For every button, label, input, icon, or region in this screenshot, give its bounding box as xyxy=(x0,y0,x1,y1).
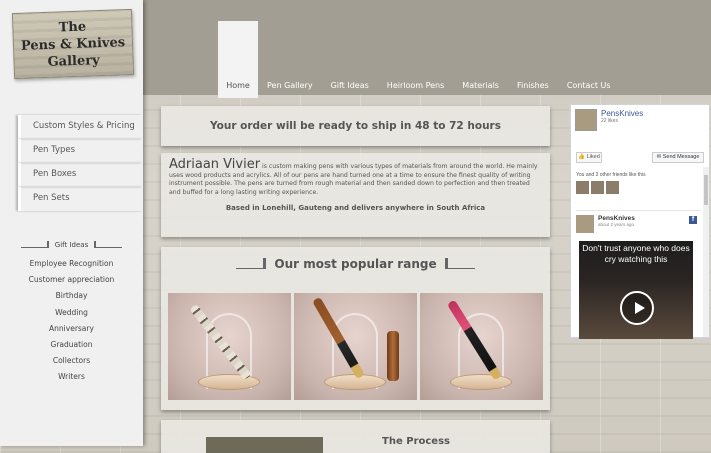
nav-finishes[interactable]: Finishes xyxy=(508,78,558,98)
fb-post-author[interactable]: PensKnives xyxy=(598,215,635,222)
pen-photo-1[interactable] xyxy=(168,293,291,400)
main-nav: Home Pen Gallery Gift Ideas Heirloom Pen… xyxy=(218,21,620,98)
popular-range-title: Our most popular range xyxy=(274,257,437,271)
play-icon[interactable] xyxy=(620,291,654,325)
heading-rule-right xyxy=(444,258,475,269)
gift-item-employee-recognition[interactable]: Employee Recognition xyxy=(0,256,143,272)
heading-rule-left xyxy=(20,241,49,248)
message-icon: ✉ xyxy=(656,154,662,160)
sidebar-item-pen-types[interactable]: Pen Types xyxy=(18,139,143,163)
sidebar-item-pen-sets[interactable]: Pen Sets xyxy=(18,187,143,211)
friend-avatar[interactable] xyxy=(591,181,604,194)
sidebar: The Pens & Knives Gallery Custom Styles … xyxy=(0,0,143,446)
pen-photo-2[interactable] xyxy=(294,293,417,400)
nav-pen-gallery[interactable]: Pen Gallery xyxy=(258,78,322,98)
intro-panel: Adriaan Vivier is custom making pens wit… xyxy=(161,153,550,237)
side-menu: Custom Styles & Pricing Pen Types Pen Bo… xyxy=(18,115,143,211)
fb-send-message-label: Send Message xyxy=(662,154,700,160)
fb-video[interactable]: Don't trust anyone who does cry watching… xyxy=(579,241,693,339)
gift-item-collectors[interactable]: Collectors xyxy=(0,353,143,369)
gift-ideas-list: Employee Recognition Customer appreciati… xyxy=(0,256,143,386)
gift-item-anniversary[interactable]: Anniversary xyxy=(0,321,143,337)
process-panel: The Process xyxy=(161,420,550,453)
gift-item-writers[interactable]: Writers xyxy=(0,369,143,385)
nav-gift-ideas[interactable]: Gift Ideas xyxy=(322,78,378,98)
fb-liked-label: Liked xyxy=(586,154,600,160)
pen-cap-image xyxy=(387,331,399,381)
heading-rule-left xyxy=(236,258,267,269)
fb-friends-text: You and 3 other friends like this xyxy=(576,172,646,178)
gift-ideas-title: Gift Ideas xyxy=(54,241,89,249)
nav-contact-us[interactable]: Contact Us xyxy=(558,78,620,98)
fb-send-message-button[interactable]: ✉ Send Message xyxy=(652,152,704,163)
fb-page-name[interactable]: PensKnives xyxy=(601,109,643,118)
gift-item-graduation[interactable]: Graduation xyxy=(0,337,143,353)
like-icon: 👍 xyxy=(578,154,586,160)
gift-ideas-heading: Gift Ideas xyxy=(18,238,125,252)
process-title: The Process xyxy=(382,436,450,447)
nav-heirloom-pens[interactable]: Heirloom Pens xyxy=(378,78,454,98)
location-text: Based in Lonehill, Gauteng and delivers … xyxy=(225,204,486,212)
fb-likes-count: 22 likes xyxy=(601,118,618,124)
shipping-text: Your order will be ready to ship in 48 t… xyxy=(209,120,501,132)
friend-avatar[interactable] xyxy=(606,181,619,194)
facebook-icon: f xyxy=(689,216,697,224)
nav-home[interactable]: Home xyxy=(218,21,258,98)
acrylic-stand-base xyxy=(198,374,260,390)
fb-page-avatar[interactable] xyxy=(575,109,597,131)
acrylic-stand-base xyxy=(450,374,512,390)
gift-item-customer-appreciation[interactable]: Customer appreciation xyxy=(0,272,143,288)
fb-post-date: about 2 years ago xyxy=(598,222,635,227)
fb-friend-faces xyxy=(576,181,619,194)
heading-rule-right xyxy=(94,241,123,248)
fb-liked-button[interactable]: 👍 Liked xyxy=(576,152,602,163)
popular-range-panel: Our most popular range xyxy=(161,247,550,410)
facebook-widget: PensKnives 22 likes 👍 Liked ✉ Send Messa… xyxy=(570,104,710,339)
nav-materials[interactable]: Materials xyxy=(453,78,508,98)
fb-page-header: PensKnives 22 likes xyxy=(575,109,707,137)
fb-post: PensKnives about 2 years ago f Don't tru… xyxy=(576,210,701,339)
gift-item-birthday[interactable]: Birthday xyxy=(0,288,143,304)
owner-name: Adriaan Vivier xyxy=(169,157,261,172)
fb-video-caption: Don't trust anyone who does cry watching… xyxy=(582,243,690,264)
intro-paragraph: Adriaan Vivier is custom making pens wit… xyxy=(169,158,542,197)
fb-post-header: PensKnives about 2 years ago xyxy=(576,211,701,233)
pen-photo-3[interactable] xyxy=(420,293,543,400)
site-logo[interactable]: The Pens & Knives Gallery xyxy=(11,8,135,80)
sidebar-item-pen-boxes[interactable]: Pen Boxes xyxy=(18,163,143,187)
fb-post-meta: PensKnives about 2 years ago xyxy=(598,215,635,233)
popular-range-heading: Our most popular range xyxy=(161,257,550,271)
fb-page-info: PensKnives 22 likes xyxy=(601,109,643,137)
friend-avatar[interactable] xyxy=(576,181,589,194)
fb-scrollbar[interactable] xyxy=(703,167,709,337)
gift-item-wedding[interactable]: Wedding xyxy=(0,305,143,321)
sidebar-item-custom-styles[interactable]: Custom Styles & Pricing xyxy=(18,115,143,139)
fb-post-avatar[interactable] xyxy=(576,215,594,233)
shipping-banner: Your order will be ready to ship in 48 t… xyxy=(161,106,550,146)
